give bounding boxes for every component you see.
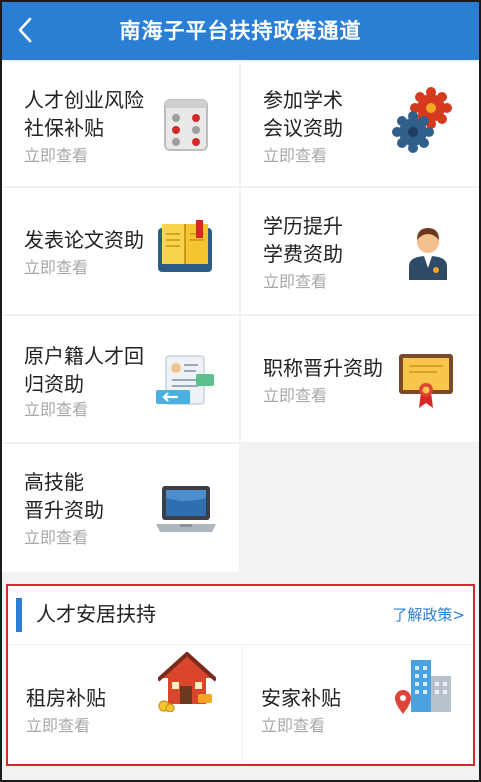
card-social-insurance[interactable]: 人才创业风险 社保补贴 立即查看: [2, 62, 239, 186]
card-sub: 立即查看: [26, 716, 91, 735]
card-settlement-subsidy[interactable]: 安家补贴 立即查看: [243, 646, 473, 764]
card-sub: 立即查看: [263, 146, 328, 165]
card-title-promotion[interactable]: 职称晋升资助 立即查看: [241, 316, 479, 442]
laptop-icon: [156, 486, 216, 532]
card-label: 人才创业风险 社保补贴: [24, 88, 144, 140]
card-label: 学历提升 学费资助: [263, 214, 343, 266]
card-label: 参加学术 会议资助: [263, 88, 343, 140]
card-sub: 立即查看: [24, 400, 89, 419]
card-sub: 立即查看: [24, 528, 89, 547]
housing-section: 人才安居扶持 了解政策> 租房补贴 立即查看 安家补贴 立即查看: [6, 584, 475, 766]
card-sub: 立即查看: [261, 716, 326, 735]
card-sub: 立即查看: [263, 272, 328, 291]
graduate-icon: [409, 228, 447, 280]
section-accent-bar: [16, 598, 22, 632]
dice-icon: [164, 99, 208, 151]
book-icon: [158, 220, 212, 272]
card-tuition-aid[interactable]: 学历提升 学费资助 立即查看: [241, 188, 479, 314]
top-bar: 南海子平台扶持政策通道: [2, 2, 479, 60]
resume-icon: [156, 355, 214, 405]
card-label: 原户籍人才回 归资助: [24, 344, 144, 396]
card-skill-promotion[interactable]: 高技能 晋升资助 立即查看: [2, 444, 239, 572]
card-sub: 立即查看: [24, 146, 89, 165]
card-talent-return[interactable]: 原户籍人才回 归资助 立即查看: [2, 316, 239, 442]
certificate-icon: [399, 354, 453, 408]
buildings-icon: [395, 660, 451, 714]
gears-icon: [392, 87, 452, 153]
card-label: 职称晋升资助: [263, 356, 383, 380]
card-paper-publication[interactable]: 发表论文资助 立即查看: [2, 188, 239, 314]
card-label: 发表论文资助: [24, 228, 144, 252]
section-title: 人才安居扶持: [36, 602, 156, 626]
card-academic-conference[interactable]: 参加学术 会议资助 立即查看: [241, 62, 479, 186]
card-label: 安家补贴: [261, 686, 341, 710]
divider: [8, 644, 473, 645]
learn-policy-link[interactable]: 了解政策>: [392, 604, 465, 625]
card-sub: 立即查看: [263, 386, 328, 405]
house-icon: [158, 652, 216, 712]
page-title: 南海子平台扶持政策通道: [119, 19, 362, 43]
card-label: 租房补贴: [26, 686, 106, 710]
card-sub: 立即查看: [24, 258, 89, 277]
card-label: 高技能 晋升资助: [24, 470, 104, 522]
app-frame: 南海子平台扶持政策通道 人才创业风险 社保补贴 立即查看 参加学术 会议资助 立…: [0, 0, 481, 782]
card-rent-subsidy[interactable]: 租房补贴 立即查看: [8, 646, 241, 764]
